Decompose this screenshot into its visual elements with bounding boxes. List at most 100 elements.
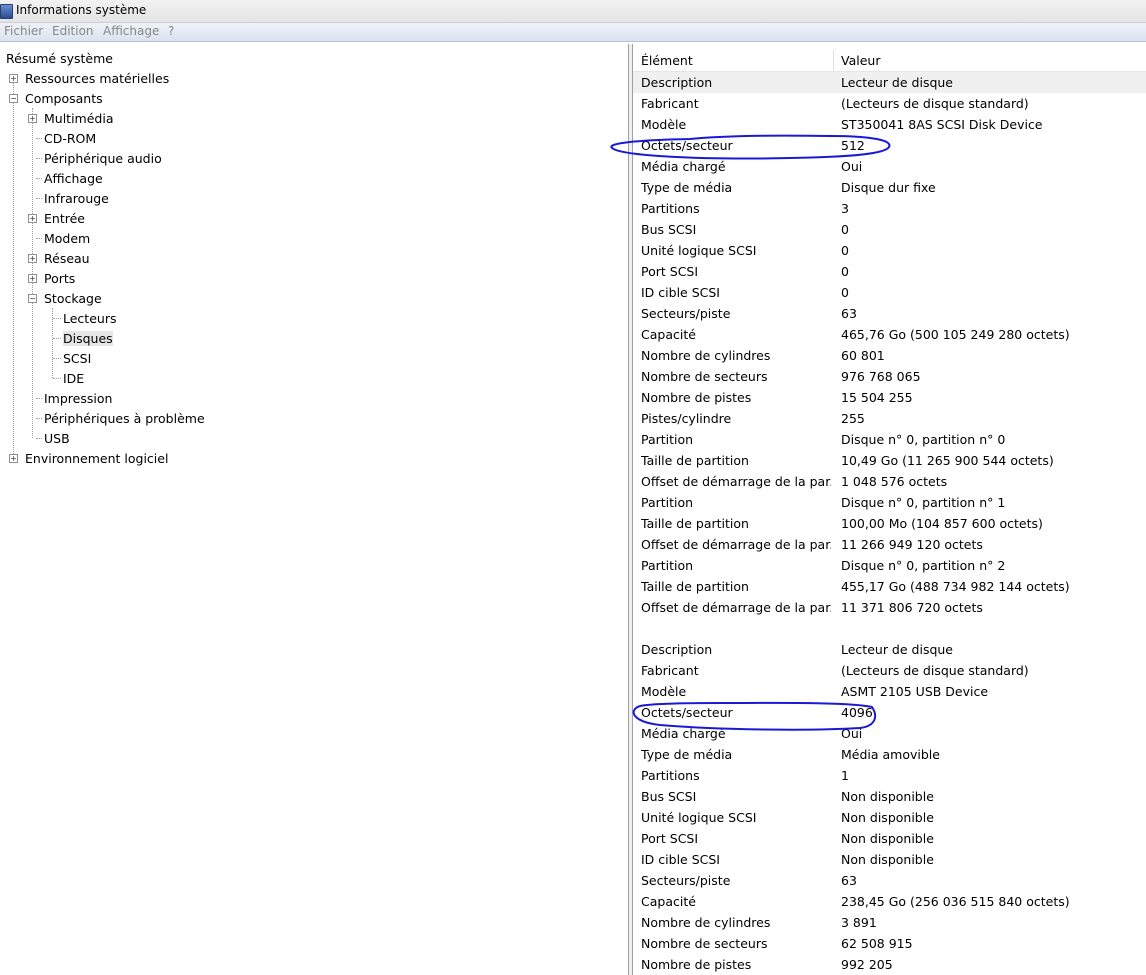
row-element: Partition <box>641 432 694 447</box>
tree-item-multimedia[interactable]: Multimédia <box>44 111 114 126</box>
table-row[interactable]: Description Lecteur de disque <box>633 639 1146 660</box>
table-row[interactable]: Port SCSI 0 <box>633 261 1146 282</box>
table-row[interactable]: Bus SCSI Non disponible <box>633 786 1146 807</box>
tree-item-hardware[interactable]: Ressources matérielles <box>25 71 169 86</box>
table-row[interactable]: Type de média Disque dur fixe <box>633 177 1146 198</box>
table-row[interactable]: Bus SCSI 0 <box>633 219 1146 240</box>
row-value: 512 <box>841 138 865 153</box>
row-element: Média chargé <box>641 159 726 174</box>
collapse-minus-icon[interactable]: − <box>9 94 18 103</box>
row-value: Disque n° 0, partition n° 0 <box>841 432 1006 447</box>
table-row[interactable]: Partitions 3 <box>633 198 1146 219</box>
table-row[interactable]: Partition Disque n° 0, partition n° 1 <box>633 492 1146 513</box>
table-row[interactable]: Description Lecteur de disque <box>633 72 1146 93</box>
menu-fichier[interactable]: Fichier <box>4 24 43 38</box>
table-row[interactable]: Nombre de cylindres 60 801 <box>633 345 1146 366</box>
table-row[interactable]: Taille de partition 455,17 Go (488 734 98… <box>633 576 1146 597</box>
tree-item-ide[interactable]: IDE <box>63 371 84 386</box>
row-value: 11 266 949 120 octets <box>841 537 983 552</box>
tree-item-drives[interactable]: Lecteurs <box>63 311 116 326</box>
expand-plus-icon[interactable]: + <box>28 214 37 223</box>
table-row[interactable]: Média chargé Oui <box>633 156 1146 177</box>
expand-plus-icon[interactable]: + <box>28 114 37 123</box>
table-row[interactable]: Taille de partition 100,00 Mo (104 857 60… <box>633 513 1146 534</box>
table-row[interactable]: Média chargé Oui <box>633 723 1146 744</box>
tree-item-modem[interactable]: Modem <box>44 231 90 246</box>
table-row[interactable]: Capacité 465,76 Go (500 105 249 280 octet… <box>633 324 1146 345</box>
expand-plus-icon[interactable]: + <box>28 274 37 283</box>
table-row[interactable]: Offset de démarrage de la par... 11 371 8… <box>633 597 1146 618</box>
expand-plus-icon[interactable]: + <box>9 454 18 463</box>
expand-plus-icon[interactable]: + <box>9 74 18 83</box>
collapse-minus-icon[interactable]: − <box>28 294 37 303</box>
table-row[interactable] <box>633 618 1146 639</box>
row-element: Fabricant <box>641 663 699 678</box>
column-header-element[interactable]: Élément <box>641 53 693 68</box>
menu-edition[interactable]: Edition <box>52 24 94 38</box>
tree-item-scsi[interactable]: SCSI <box>63 351 91 366</box>
tree-item-input[interactable]: Entrée <box>44 211 85 226</box>
table-row[interactable]: Unité logique SCSI Non disponible <box>633 807 1146 828</box>
table-row[interactable]: Offset de démarrage de la par... 11 266 9… <box>633 534 1146 555</box>
row-element: Type de média <box>641 180 733 195</box>
table-row[interactable]: Port SCSI Non disponible <box>633 828 1146 849</box>
row-element: Bus SCSI <box>641 789 697 804</box>
table-row[interactable]: Secteurs/piste 63 <box>633 870 1146 891</box>
details-list[interactable]: Élément Valeur Description Lecteur de dis… <box>632 44 1146 975</box>
table-row[interactable]: Fabricant (Lecteurs de disque standard) <box>633 660 1146 681</box>
tree-item-problem-devices[interactable]: Périphériques à problème <box>44 411 205 426</box>
table-row[interactable]: Nombre de cylindres 3 891 <box>633 912 1146 933</box>
tree-item-cdrom[interactable]: CD-ROM <box>44 131 96 146</box>
tree-item-storage[interactable]: Stockage <box>44 291 102 306</box>
tree-item-display[interactable]: Affichage <box>44 171 103 186</box>
table-row[interactable]: Taille de partition 10,49 Go (11 265 900 … <box>633 450 1146 471</box>
table-row[interactable]: Partition Disque n° 0, partition n° 2 <box>633 555 1146 576</box>
tree-item-printing[interactable]: Impression <box>44 391 112 406</box>
table-row[interactable]: Octets/secteur 4096 <box>633 702 1146 723</box>
table-row[interactable]: Partition Disque n° 0, partition n° 0 <box>633 429 1146 450</box>
expand-plus-icon[interactable]: + <box>28 254 37 263</box>
row-value: Oui <box>841 726 863 741</box>
tree-item-software[interactable]: Environnement logiciel <box>25 451 168 466</box>
tree-item-resume[interactable]: Résumé système <box>6 51 113 66</box>
row-value: 0 <box>841 243 849 258</box>
tree-item-network[interactable]: Réseau <box>44 251 90 266</box>
row-value: 1 <box>841 768 849 783</box>
table-row[interactable]: Modèle ST350041 8AS SCSI Disk Device <box>633 114 1146 135</box>
table-row[interactable]: Nombre de pistes 992 205 <box>633 954 1146 975</box>
category-tree[interactable]: Résumé système + Ressources matérielles … <box>0 44 629 975</box>
table-row[interactable]: Fabricant (Lecteurs de disque standard) <box>633 93 1146 114</box>
table-row[interactable]: Octets/secteur 512 <box>633 135 1146 156</box>
table-row[interactable]: Offset de démarrage de la par... 1 048 57… <box>633 471 1146 492</box>
table-row[interactable]: ID cible SCSI Non disponible <box>633 849 1146 870</box>
table-row[interactable]: Type de média Média amovible <box>633 744 1146 765</box>
table-row[interactable]: Pistes/cylindre 255 <box>633 408 1146 429</box>
table-row[interactable]: Nombre de secteurs 62 508 915 <box>633 933 1146 954</box>
row-element: Capacité <box>641 894 696 909</box>
table-row[interactable]: Secteurs/piste 63 <box>633 303 1146 324</box>
tree-item-components[interactable]: Composants <box>25 91 103 106</box>
table-row[interactable]: Nombre de pistes 15 504 255 <box>633 387 1146 408</box>
tree-item-infrared[interactable]: Infrarouge <box>44 191 109 206</box>
tree-item-disks-selected[interactable]: Disques <box>63 331 113 346</box>
row-value: Disque dur fixe <box>841 180 936 195</box>
menu-affichage[interactable]: Affichage <box>103 24 159 38</box>
row-value: 976 768 065 <box>841 369 921 384</box>
table-row[interactable]: Capacité 238,45 Go (256 036 515 840 octet… <box>633 891 1146 912</box>
row-element: Nombre de pistes <box>641 390 752 405</box>
column-header-value[interactable]: Valeur <box>841 53 880 68</box>
menu-help[interactable]: ? <box>168 24 174 38</box>
row-value: Oui <box>841 159 863 174</box>
row-element: Type de média <box>641 747 733 762</box>
column-divider[interactable] <box>833 50 834 71</box>
table-row[interactable]: Partitions 1 <box>633 765 1146 786</box>
table-row[interactable]: Unité logique SCSI 0 <box>633 240 1146 261</box>
table-row[interactable]: ID cible SCSI 0 <box>633 282 1146 303</box>
row-element: Modèle <box>641 684 687 699</box>
tree-item-audio[interactable]: Périphérique audio <box>44 151 162 166</box>
row-value: Non disponible <box>841 810 934 825</box>
tree-item-usb[interactable]: USB <box>44 431 70 446</box>
table-row[interactable]: Nombre de secteurs 976 768 065 <box>633 366 1146 387</box>
table-row[interactable]: Modèle ASMT 2105 USB Device <box>633 681 1146 702</box>
tree-item-ports[interactable]: Ports <box>44 271 75 286</box>
